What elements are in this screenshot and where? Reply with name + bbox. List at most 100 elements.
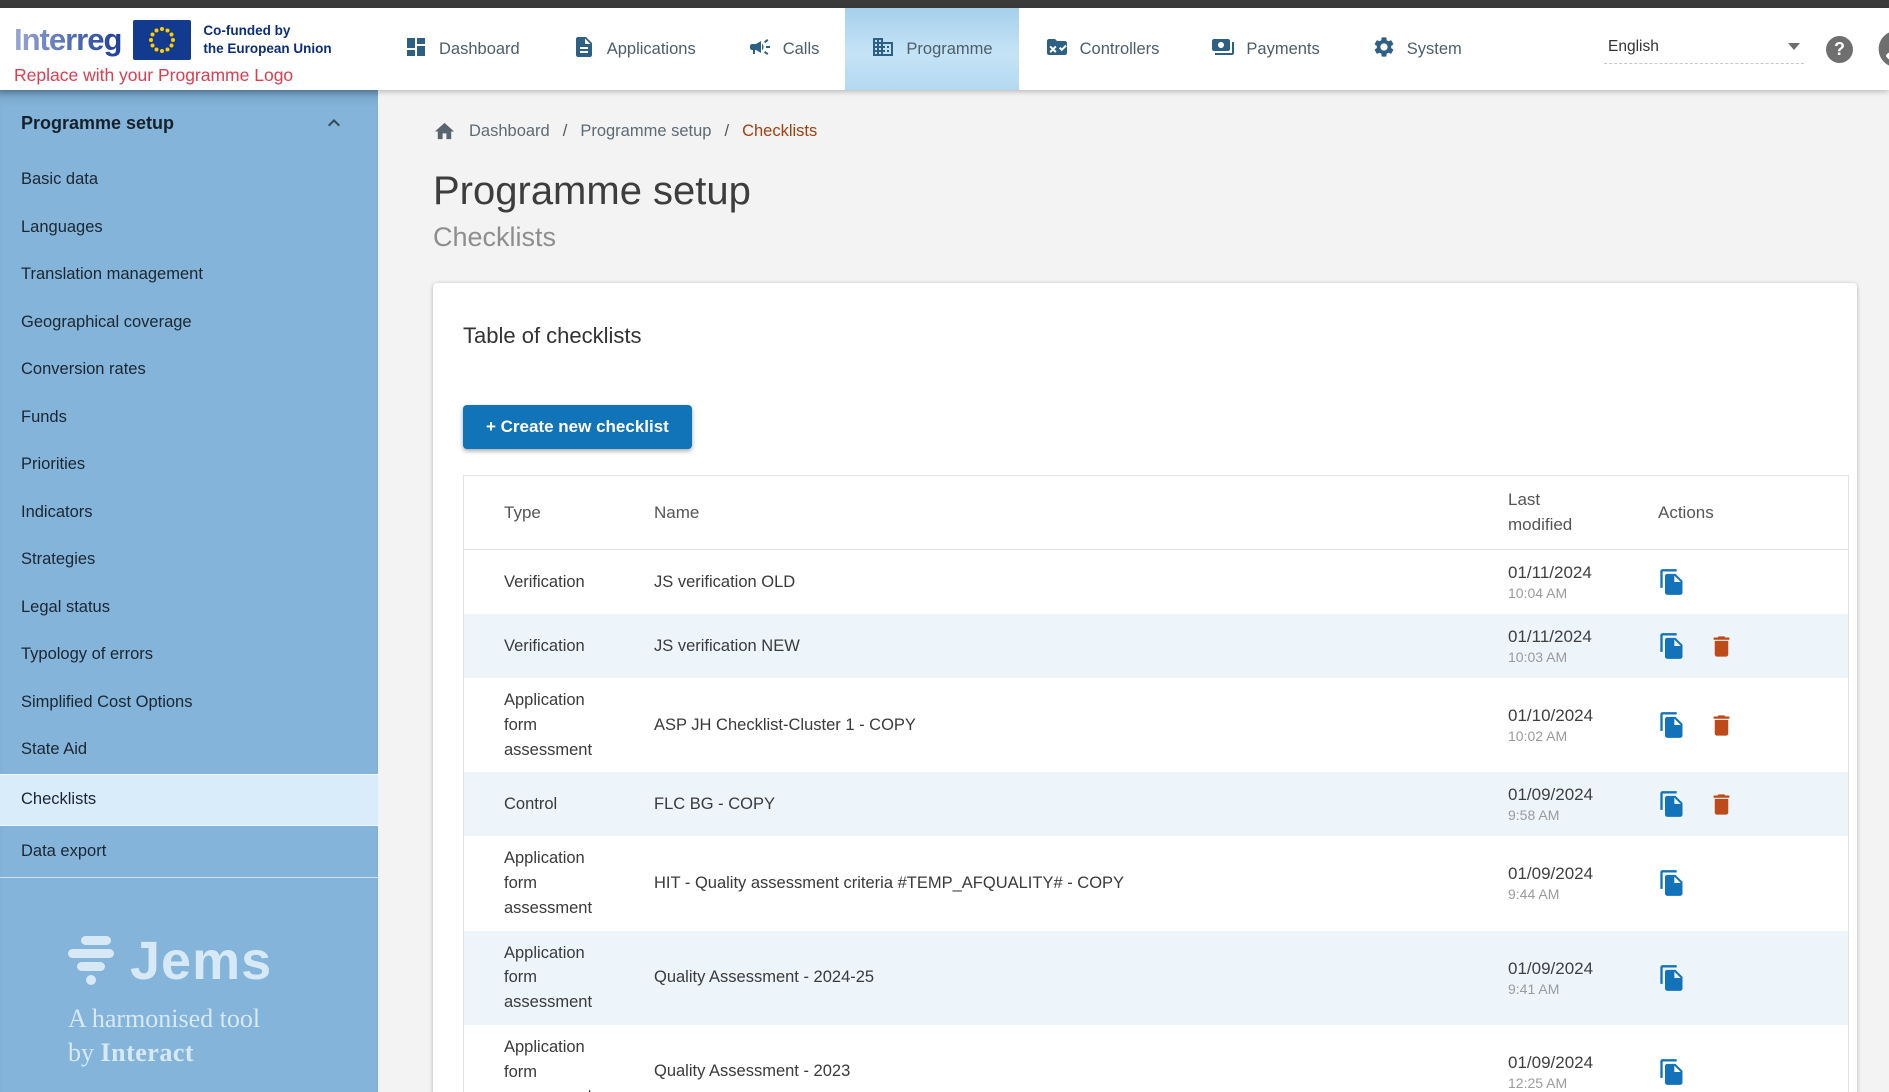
chevron-down-icon (1788, 43, 1800, 50)
cell-actions (1658, 632, 1828, 660)
column-name: Name (654, 503, 1508, 523)
table-row[interactable]: Verification JS verification OLD 01/11/2… (464, 550, 1848, 614)
sidebar: Programme setup Basic dataLanguagesTrans… (0, 90, 378, 1092)
brand-block: Interreg Co-funded by the European (0, 8, 378, 90)
cell-last-modified: 01/11/2024 10:04 AM (1508, 563, 1658, 601)
breadcrumb: Dashboard / Programme setup / Checklists (433, 120, 1889, 143)
sidebar-item-checklists[interactable]: Checklists (0, 774, 378, 826)
nav-item-system[interactable]: System (1346, 8, 1488, 90)
cell-name: HIT - Quality assessment criteria #TEMP_… (654, 874, 1508, 893)
jems-footer-logo: Jems A harmonised tool by Interact (68, 934, 378, 1068)
delete-icon[interactable] (1708, 712, 1735, 739)
help-icon[interactable]: ? (1826, 36, 1853, 63)
sidebar-item-simplified-cost-options[interactable]: Simplified Cost Options (0, 679, 378, 727)
sidebar-item-funds[interactable]: Funds (0, 394, 378, 442)
copy-icon[interactable] (1658, 964, 1686, 992)
cell-type: Application form assessment (504, 941, 654, 1015)
copy-icon[interactable] (1658, 869, 1686, 897)
jems-tagline: A harmonised tool (68, 1004, 378, 1034)
table-row[interactable]: Control FLC BG - COPY 01/09/2024 9:58 AM (464, 772, 1848, 836)
sidebar-item-strategies[interactable]: Strategies (0, 536, 378, 584)
app-header: Interreg Co-funded by the European (0, 8, 1889, 90)
cell-type: Verification (504, 570, 654, 595)
breadcrumb-programme-setup[interactable]: Programme setup (580, 122, 711, 141)
column-last-modified: Last modified (1508, 488, 1658, 537)
home-icon[interactable] (433, 120, 456, 143)
cell-actions (1658, 964, 1828, 992)
sidebar-item-priorities[interactable]: Priorities (0, 441, 378, 489)
header-right: English ? (1604, 8, 1889, 90)
sidebar-item-conversion-rates[interactable]: Conversion rates (0, 346, 378, 394)
sidebar-item-typology-of-errors[interactable]: Typology of errors (0, 631, 378, 679)
cell-name: JS verification NEW (654, 637, 1508, 656)
column-type: Type (504, 503, 654, 523)
copy-icon[interactable] (1658, 1058, 1686, 1086)
page-subtitle: Checklists (433, 222, 1889, 253)
cell-name: ASP JH Checklist-Cluster 1 - COPY (654, 716, 1508, 735)
cell-type: Application form assessment (504, 1035, 654, 1092)
table-row[interactable]: Application form assessment ASP JH Check… (464, 678, 1848, 772)
cell-actions (1658, 1058, 1828, 1086)
cell-type: Verification (504, 634, 654, 659)
sidebar-item-geographical-coverage[interactable]: Geographical coverage (0, 299, 378, 347)
nav-item-programme[interactable]: Programme (845, 8, 1018, 90)
main-nav: Dashboard Applications Calls Programme C… (378, 8, 1488, 90)
sidebar-list: Basic dataLanguagesTranslation managemen… (0, 156, 378, 878)
table-body: Verification JS verification OLD 01/11/2… (464, 550, 1848, 1092)
page-title: Programme setup (433, 169, 1889, 214)
cell-name: Quality Assessment - 2024-25 (654, 968, 1508, 987)
main-content: Dashboard / Programme setup / Checklists… (378, 90, 1889, 1092)
eu-cofunded-text: Co-funded by the European Union (203, 22, 331, 57)
language-select[interactable]: English (1604, 35, 1804, 64)
sidebar-item-state-aid[interactable]: State Aid (0, 726, 378, 774)
sidebar-item-basic-data[interactable]: Basic data (0, 156, 378, 204)
breadcrumb-checklists: Checklists (742, 122, 817, 141)
sidebar-item-languages[interactable]: Languages (0, 204, 378, 252)
cell-actions (1658, 790, 1828, 818)
breadcrumb-dashboard[interactable]: Dashboard (469, 122, 550, 141)
nav-item-controllers[interactable]: Controllers (1019, 8, 1186, 90)
programme-icon (871, 35, 895, 64)
applications-icon (572, 35, 596, 64)
create-new-checklist-button[interactable]: + Create new checklist (463, 405, 692, 449)
jems-wordmark: Jems (130, 934, 272, 988)
table-row[interactable]: Application form assessment Quality Asse… (464, 931, 1848, 1025)
cell-last-modified: 01/11/2024 10:03 AM (1508, 627, 1658, 665)
payments-icon (1211, 35, 1235, 64)
table-row[interactable]: Application form assessment Quality Asse… (464, 1025, 1848, 1092)
table-row[interactable]: Verification JS verification NEW 01/11/2… (464, 614, 1848, 678)
card-heading: Table of checklists (463, 323, 1849, 349)
sidebar-section-programme-setup[interactable]: Programme setup (0, 90, 378, 156)
cell-type: Application form assessment (504, 846, 654, 920)
jems-byline: by Interact (68, 1038, 378, 1068)
delete-icon[interactable] (1708, 791, 1735, 818)
chevron-up-icon (322, 111, 346, 135)
cell-name: FLC BG - COPY (654, 795, 1508, 814)
nav-item-calls[interactable]: Calls (722, 8, 846, 90)
cell-actions (1658, 711, 1828, 739)
sidebar-item-legal-status[interactable]: Legal status (0, 584, 378, 632)
nav-item-dashboard[interactable]: Dashboard (378, 8, 546, 90)
user-avatar-icon[interactable] (1875, 27, 1889, 71)
nav-item-payments[interactable]: Payments (1185, 8, 1345, 90)
eu-flag-icon (133, 20, 191, 60)
table-row[interactable]: Application form assessment HIT - Qualit… (464, 836, 1848, 930)
interreg-logo: Interreg (14, 22, 121, 58)
calls-icon (748, 35, 772, 64)
cell-last-modified: 01/09/2024 9:41 AM (1508, 959, 1658, 997)
copy-icon[interactable] (1658, 632, 1686, 660)
delete-icon[interactable] (1708, 633, 1735, 660)
cell-last-modified: 01/09/2024 9:58 AM (1508, 785, 1658, 823)
copy-icon[interactable] (1658, 790, 1686, 818)
cell-last-modified: 01/10/2024 10:02 AM (1508, 706, 1658, 744)
cell-type: Control (504, 792, 654, 817)
copy-icon[interactable] (1658, 568, 1686, 596)
sidebar-item-indicators[interactable]: Indicators (0, 489, 378, 537)
cell-name: Quality Assessment - 2023 (654, 1062, 1508, 1081)
nav-item-applications[interactable]: Applications (546, 8, 722, 90)
sidebar-item-translation-management[interactable]: Translation management (0, 251, 378, 299)
system-icon (1372, 35, 1396, 64)
programme-logo-placeholder: Replace with your Programme Logo (14, 65, 378, 86)
copy-icon[interactable] (1658, 711, 1686, 739)
sidebar-item-data-export[interactable]: Data export (0, 826, 378, 878)
